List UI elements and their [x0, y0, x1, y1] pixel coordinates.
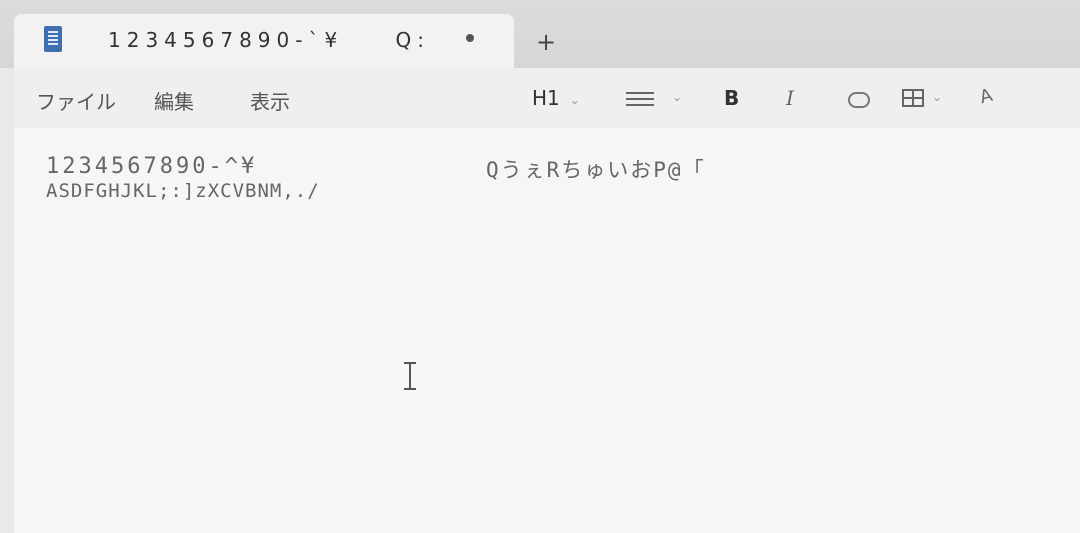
modified-dot-icon[interactable] [466, 34, 474, 42]
text-line-1: 1234567890-^¥ [46, 154, 258, 179]
chevron-down-icon: ⌄ [569, 92, 580, 107]
new-tab-button[interactable]: + [536, 28, 556, 56]
title-bar: 1234567890-`¥ Q: + [0, 0, 1080, 68]
clear-formatting-icon[interactable]: A [977, 85, 994, 108]
table-icon[interactable] [902, 89, 924, 107]
tab-title-suffix: Q: [395, 28, 431, 52]
heading-dropdown[interactable]: H1 ⌄ [532, 86, 580, 110]
link-icon[interactable] [848, 92, 870, 108]
menu-toolbar: ファイル 編集 表示 H1 ⌄ ⌄ B I ⌄ A [14, 68, 1080, 128]
tab-title[interactable]: 1234567890-`¥ Q: [108, 28, 430, 52]
menu-file[interactable]: ファイル [36, 86, 116, 115]
menu-view[interactable]: 表示 [250, 86, 290, 115]
chevron-down-icon: ⌄ [932, 90, 943, 104]
bold-button[interactable]: B [724, 86, 739, 110]
text-cursor-icon [404, 362, 416, 390]
italic-button[interactable]: I [786, 86, 794, 110]
document-editor[interactable]: 1234567890-^¥ QうぇRちゅいおP@「 ASDFGHJKL;:]zX… [14, 128, 1080, 533]
text-line-1-right: QうぇRちゅいおP@「 [486, 158, 706, 182]
tab-title-text: 1234567890-`¥ [108, 28, 344, 52]
chevron-down-icon: ⌄ [672, 90, 683, 104]
text-line-2: ASDFGHJKL;:]zXCVBNM,./ [46, 180, 320, 202]
bulleted-list-icon[interactable] [626, 92, 654, 106]
notepad-icon [44, 26, 62, 52]
heading-label: H1 [532, 86, 560, 110]
menu-edit[interactable]: 編集 [154, 86, 194, 115]
